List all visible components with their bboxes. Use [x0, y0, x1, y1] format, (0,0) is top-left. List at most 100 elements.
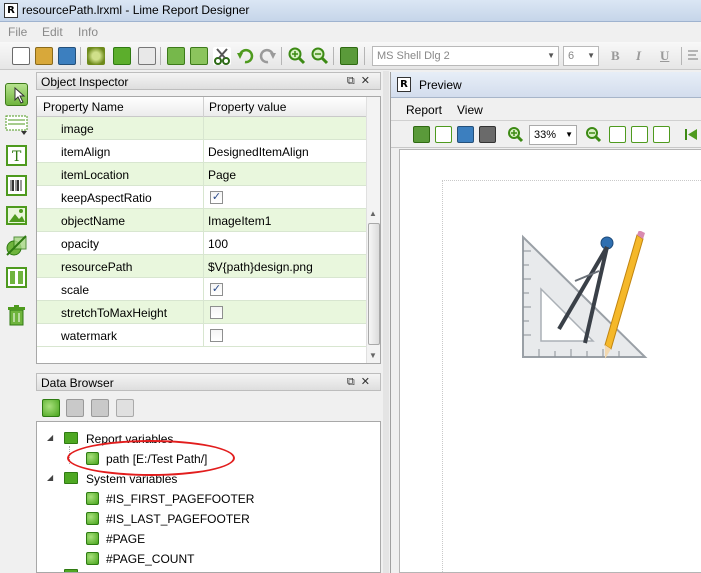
close-icon[interactable]: ✕: [361, 75, 376, 87]
close-icon[interactable]: ✕: [361, 376, 376, 388]
expand-arrow-icon[interactable]: ◢: [47, 433, 53, 442]
expand-arrow-icon[interactable]: ◢: [47, 473, 53, 482]
property-name: resourcePath: [61, 260, 133, 274]
property-value[interactable]: $V{path}design.png: [208, 260, 313, 274]
column-divider: [203, 255, 204, 278]
italic-button[interactable]: I: [636, 48, 641, 64]
property-row-watermark[interactable]: watermark: [37, 324, 368, 347]
menu-info[interactable]: Info: [78, 25, 98, 39]
property-value[interactable]: Page: [208, 168, 236, 182]
property-row-image[interactable]: image: [37, 117, 368, 140]
barcode-item-icon[interactable]: [5, 174, 28, 197]
float-icon[interactable]: ⧉: [347, 376, 361, 388]
edit-datasource-icon[interactable]: [66, 399, 84, 417]
column-header-property-value[interactable]: Property value: [209, 100, 286, 114]
float-icon[interactable]: ⧉: [347, 75, 361, 87]
save-icon[interactable]: [457, 126, 474, 143]
property-name: watermark: [61, 329, 118, 343]
preview-menu-view[interactable]: View: [457, 103, 483, 117]
copy-icon[interactable]: [167, 47, 185, 65]
scrollbar-thumb[interactable]: [368, 223, 380, 345]
zoom-out-icon[interactable]: [311, 47, 329, 65]
column-divider: [203, 209, 204, 232]
property-row-itemAlign[interactable]: itemAlign DesignedItemAlign: [37, 140, 368, 163]
svg-text:T: T: [12, 149, 22, 165]
data-browser-header: Data Browser ⧉✕: [36, 373, 381, 391]
first-page-icon[interactable]: [683, 126, 700, 143]
preview-menu-report[interactable]: Report: [406, 103, 442, 117]
bold-button[interactable]: B: [611, 48, 620, 64]
preview-icon[interactable]: [340, 47, 358, 65]
horizontal-layout-icon[interactable]: [5, 266, 28, 289]
zoom-in-icon[interactable]: [288, 47, 306, 65]
font-family-select[interactable]: MS Shell Dlg 2 ▼: [372, 46, 559, 66]
cut-icon[interactable]: [213, 47, 231, 65]
trash-icon[interactable]: [5, 304, 28, 327]
export-pdf-icon[interactable]: [479, 126, 496, 143]
property-row-stretchToMaxHeight[interactable]: stretchToMaxHeight: [37, 301, 368, 324]
property-row-opacity[interactable]: opacity 100: [37, 232, 368, 255]
zoom-in-icon[interactable]: [507, 126, 524, 143]
variables-icon[interactable]: [116, 399, 134, 417]
tree-node-system-variable[interactable]: #PAGE_COUNT: [106, 552, 194, 566]
property-row-objectName[interactable]: objectName ImageItem1: [37, 209, 368, 232]
property-checkbox[interactable]: ✓: [210, 191, 223, 204]
variable-cube-icon: [86, 512, 99, 525]
open-folder-icon[interactable]: [35, 47, 53, 65]
fit-page-icon[interactable]: [631, 126, 648, 143]
text-item-icon[interactable]: T: [5, 144, 28, 167]
property-value[interactable]: 100: [208, 237, 228, 251]
gear-icon[interactable]: [87, 47, 105, 65]
scroll-up-icon[interactable]: ▲: [369, 209, 377, 218]
paste-icon[interactable]: [190, 47, 208, 65]
save-icon[interactable]: [58, 47, 76, 65]
font-size-select[interactable]: 6 ▼: [563, 46, 599, 66]
tree-node-system-variable[interactable]: #IS_LAST_PAGEFOOTER: [106, 512, 250, 526]
design-image[interactable]: [519, 231, 651, 363]
column-divider: [203, 324, 204, 347]
undo-icon[interactable]: [236, 47, 254, 65]
column-divider: [203, 301, 204, 324]
shape-item-icon[interactable]: [5, 234, 28, 257]
print-icon[interactable]: [413, 126, 430, 143]
underline-button[interactable]: U: [660, 48, 669, 64]
image-item-icon[interactable]: [5, 204, 28, 227]
panel-splitter[interactable]: [383, 71, 389, 573]
column-divider: [203, 278, 204, 301]
property-row-resourcePath[interactable]: resourcePath $V{path}design.png: [37, 255, 368, 278]
property-checkbox[interactable]: [210, 329, 223, 342]
property-row-scale[interactable]: scale ✓: [37, 278, 368, 301]
delete-page-icon[interactable]: [138, 47, 156, 65]
band-tool-icon[interactable]: [5, 113, 28, 136]
property-checkbox[interactable]: ✓: [210, 283, 223, 296]
inspector-scrollbar[interactable]: ▲ ▼: [366, 97, 380, 363]
edit-icon[interactable]: [435, 126, 452, 143]
new-report-icon[interactable]: [12, 47, 30, 65]
column-header-property-name[interactable]: Property Name: [43, 100, 124, 114]
tree-node-system-variable[interactable]: #PAGE: [106, 532, 145, 546]
add-page-icon[interactable]: [113, 47, 131, 65]
menu-edit[interactable]: Edit: [42, 25, 63, 39]
zoom-out-icon[interactable]: [585, 126, 602, 143]
main-toolbar: MS Shell Dlg 2 ▼ 6 ▼ B I U: [0, 42, 701, 70]
delete-datasource-icon[interactable]: [91, 399, 109, 417]
column-divider: [203, 140, 204, 163]
redo-icon[interactable]: [259, 47, 277, 65]
pointer-tool-icon[interactable]: [5, 83, 28, 106]
one-to-one-icon[interactable]: [653, 126, 670, 143]
scroll-down-icon[interactable]: ▼: [369, 351, 377, 360]
fit-width-icon[interactable]: [609, 126, 626, 143]
tree-node-system-variable[interactable]: #IS_FIRST_PAGEFOOTER: [106, 492, 254, 506]
property-row-keepAspectRatio[interactable]: keepAspectRatio ✓: [37, 186, 368, 209]
property-name: itemLocation: [61, 168, 130, 182]
property-value[interactable]: ImageItem1: [208, 214, 271, 228]
zoom-select[interactable]: 33% ▼: [529, 125, 577, 145]
menu-file[interactable]: File: [8, 25, 27, 39]
property-checkbox[interactable]: [210, 306, 223, 319]
preview-canvas[interactable]: [399, 149, 701, 573]
align-left-icon[interactable]: [686, 47, 700, 65]
property-value[interactable]: DesignedItemAlign: [208, 145, 309, 159]
add-datasource-icon[interactable]: [42, 399, 60, 417]
property-row-itemLocation[interactable]: itemLocation Page: [37, 163, 368, 186]
property-name: objectName: [61, 214, 126, 228]
